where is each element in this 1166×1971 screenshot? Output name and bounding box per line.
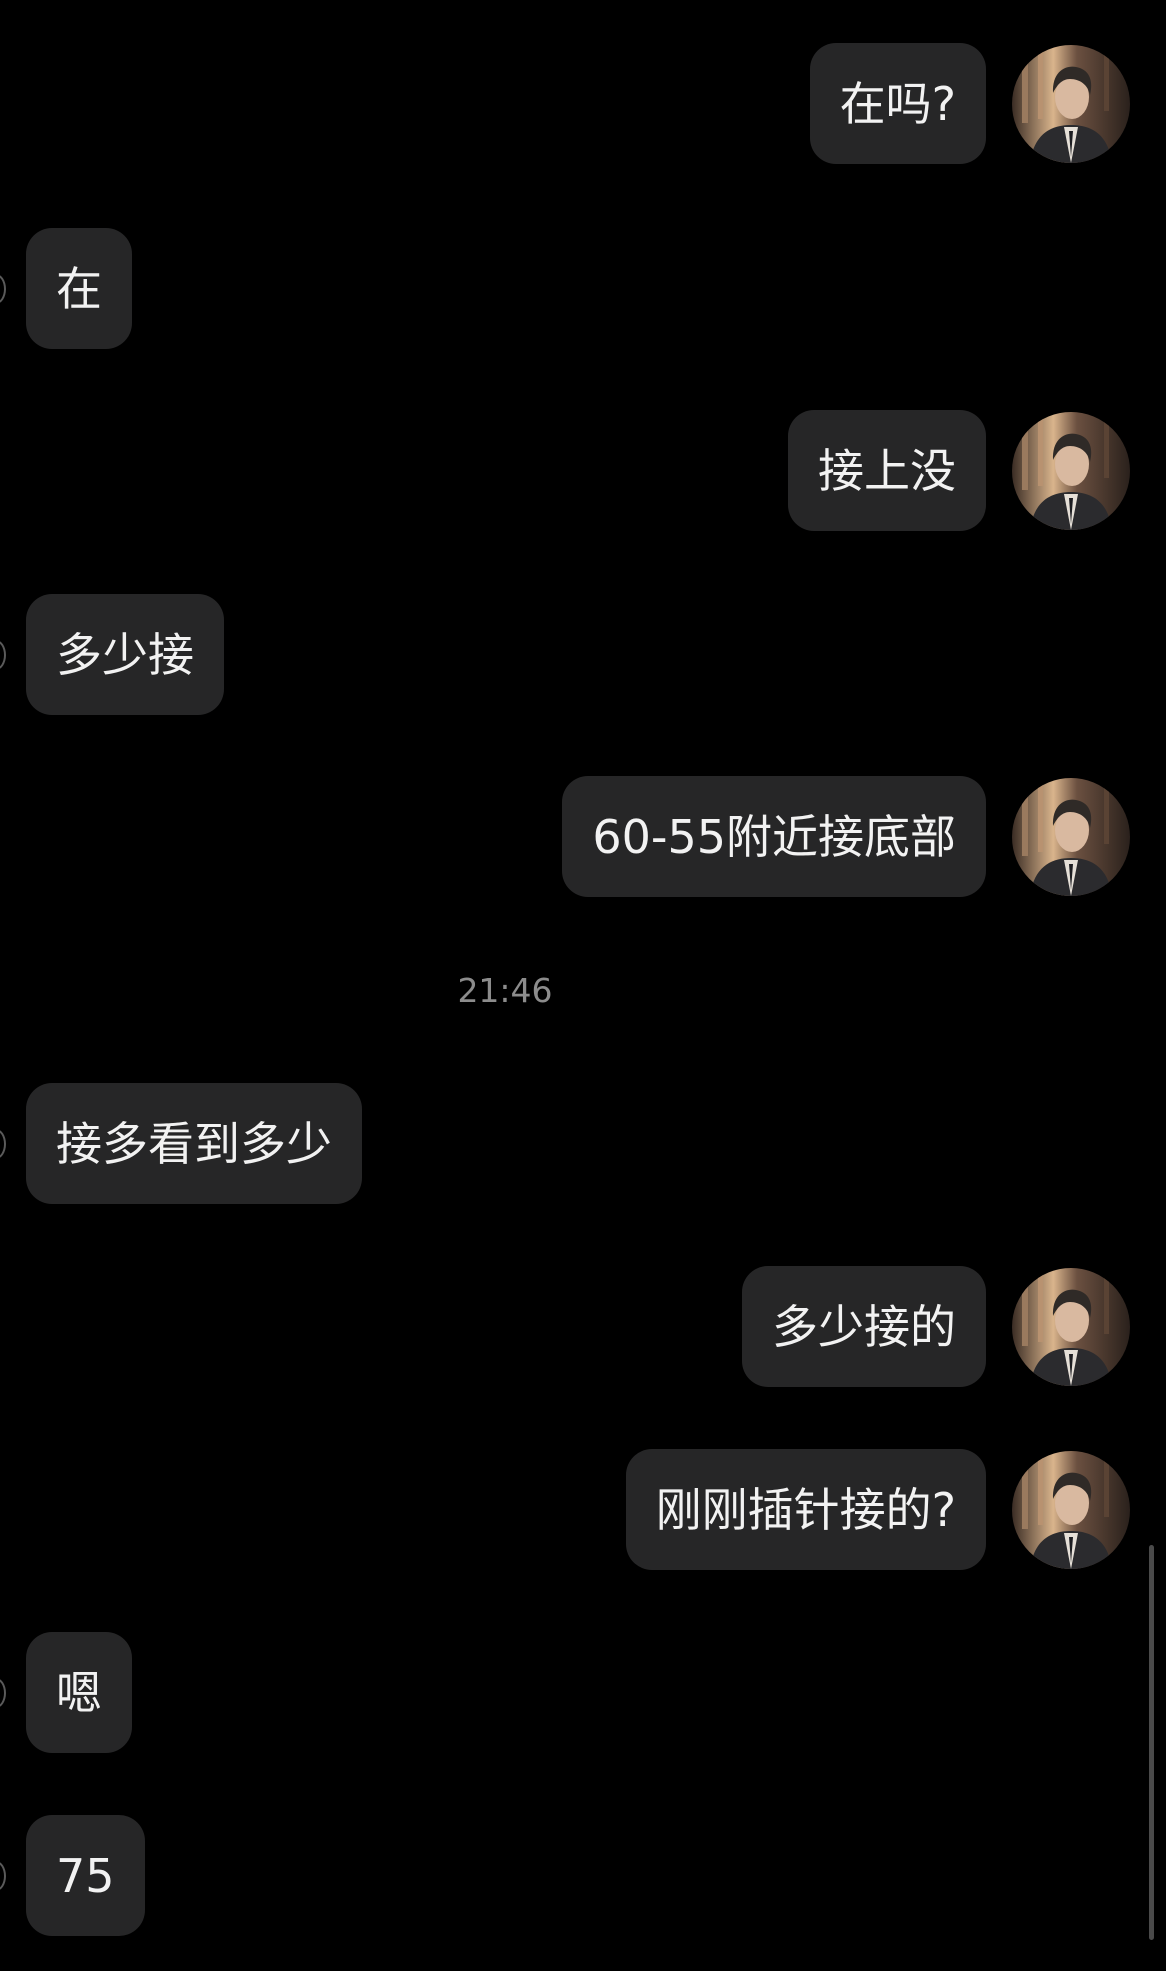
message-bubble-incoming[interactable]: 接多看到多少 bbox=[26, 1083, 362, 1204]
user-avatar-icon[interactable] bbox=[1012, 1268, 1130, 1386]
message-bubble-incoming[interactable]: 多少接 bbox=[26, 594, 224, 715]
message-bubble-outgoing[interactable]: 接上没 bbox=[788, 410, 986, 531]
message-bubble-incoming[interactable]: 嗯 bbox=[26, 1632, 132, 1753]
peer-avatar-edge-icon[interactable] bbox=[0, 1861, 6, 1891]
user-avatar-icon[interactable] bbox=[1012, 412, 1130, 530]
message-bubble-outgoing[interactable]: 刚刚插针接的? bbox=[625, 1449, 986, 1570]
peer-avatar-edge-icon[interactable] bbox=[0, 640, 6, 670]
chat-thread: 在吗? 在 接上没 多少接 60-55附近接底部 21:46 接多看到多少 多少… bbox=[0, 0, 1166, 1971]
peer-avatar-edge-icon[interactable] bbox=[0, 1678, 6, 1708]
user-avatar-icon[interactable] bbox=[1012, 45, 1130, 163]
message-bubble-outgoing[interactable]: 多少接的 bbox=[742, 1266, 986, 1387]
peer-avatar-edge-icon[interactable] bbox=[0, 274, 6, 304]
user-avatar-icon[interactable] bbox=[1012, 778, 1130, 896]
message-bubble-outgoing[interactable]: 在吗? bbox=[809, 43, 986, 164]
message-bubble-outgoing[interactable]: 60-55附近接底部 bbox=[562, 776, 986, 897]
message-timestamp: 21:46 bbox=[457, 971, 553, 1010]
peer-avatar-edge-icon[interactable] bbox=[0, 1129, 6, 1159]
user-avatar-icon[interactable] bbox=[1012, 1451, 1130, 1569]
scrollbar[interactable] bbox=[1149, 1545, 1154, 1940]
message-bubble-incoming[interactable]: 在 bbox=[26, 228, 132, 349]
message-bubble-incoming[interactable]: 75 bbox=[26, 1815, 145, 1936]
